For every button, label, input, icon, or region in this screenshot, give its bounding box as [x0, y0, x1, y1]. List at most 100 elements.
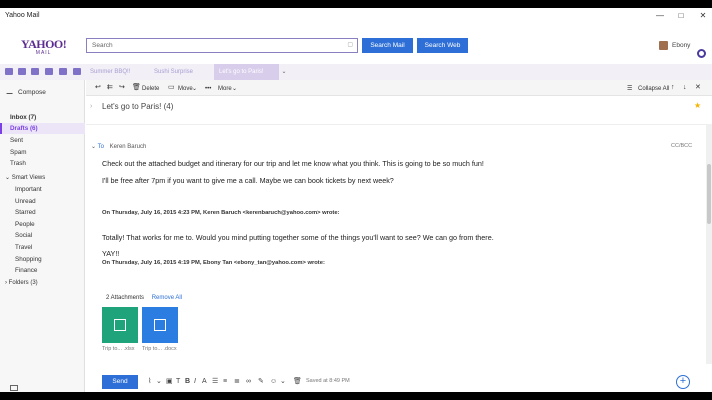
close-message-icon[interactable]: ✕ — [695, 83, 701, 93]
image-insert-icon[interactable]: ▣ — [166, 378, 173, 386]
folders-label: Folders (3) — [8, 280, 38, 286]
sidebar: Compose Inbox (7) Drafts (6) Sent Spam T… — [0, 80, 85, 392]
quote-header: On Thursday, July 16, 2015 4:19 PM, Ebon… — [102, 260, 325, 266]
delete-button[interactable]: Delete — [142, 84, 159, 94]
sidebar-item-inbox[interactable]: Inbox (7) — [0, 112, 85, 123]
mail-icon[interactable] — [5, 68, 13, 75]
yahoo-mail-logo[interactable]: YAHOO! MAIL — [21, 38, 67, 56]
collapse-all-icon[interactable]: ☰ — [627, 84, 632, 94]
calendar-icon[interactable] — [31, 68, 39, 75]
forward-icon[interactable]: ↪ — [119, 83, 125, 93]
more-chevron-icon[interactable]: ⌄ — [232, 84, 237, 94]
sidebar-item-important[interactable]: Important — [0, 184, 85, 195]
sidebar-item-shopping[interactable]: Shopping — [0, 254, 85, 265]
minimize-button[interactable]: — — [653, 10, 667, 22]
title-bar: Yahoo Mail — □ ✕ — [0, 8, 712, 24]
message-toolbar: ↩ ⇇ ↪ 🗑 Delete ▭ Move ⌄ ••• More ⌄ ☰ Col… — [86, 80, 712, 96]
align-icon[interactable]: ≣ — [234, 378, 240, 386]
smart-views-header[interactable]: ⌄ Smart Views — [0, 173, 85, 184]
emoji-icon[interactable]: ☺ — [270, 378, 277, 386]
folders-header[interactable]: › Folders (3) — [0, 278, 85, 289]
tab-lets-go-to-paris[interactable]: Let's go to Paris! — [214, 64, 279, 80]
message-subject: Let's go to Paris! (4) — [102, 102, 173, 111]
clear-search-icon[interactable]: ▢ — [347, 41, 353, 48]
star-icon[interactable]: ★ — [694, 101, 701, 110]
search-web-button[interactable]: Search Web — [417, 38, 468, 53]
tab-sushi-surprise[interactable]: Sushi Surprise — [149, 64, 214, 80]
bold-icon[interactable]: B — [185, 378, 190, 386]
text-color-icon[interactable]: A — [202, 378, 207, 386]
attachment-name: Trip to... .docx — [142, 346, 177, 352]
quoted-text: YAY!! — [102, 249, 120, 258]
close-button[interactable]: ✕ — [696, 10, 710, 22]
tabs-chevron-down-icon[interactable]: ⌄ — [279, 64, 289, 80]
search-mail-button[interactable]: Search Mail — [362, 38, 413, 53]
to-label[interactable]: To — [98, 144, 104, 150]
tab-row: Summer BBQ!! Sushi Surprise Let's go to … — [0, 64, 712, 80]
font-icon[interactable]: T — [176, 378, 180, 386]
message-scrollbar[interactable] — [706, 124, 712, 364]
attach-chevron-icon[interactable]: ⌄ — [156, 378, 162, 386]
reply-icon[interactable]: ↩ — [95, 83, 101, 93]
tab-summer-bbq[interactable]: Summer BBQ!! — [85, 64, 148, 80]
smart-views-label: Smart Views — [11, 175, 46, 181]
link-icon[interactable]: ∞ — [246, 378, 251, 386]
newsfeed-icon[interactable] — [73, 68, 81, 75]
sidebar-item-unread[interactable]: Unread — [0, 196, 85, 207]
saved-status: Saved at 8:49 PM — [306, 378, 350, 384]
emoji-chevron-icon[interactable]: ⌄ — [280, 378, 286, 386]
move-button[interactable]: Move — [178, 84, 193, 94]
search-placeholder: Search — [92, 42, 113, 49]
message-body-line[interactable]: I'll be free after 7pm if you want to gi… — [102, 176, 394, 185]
collapse-all-button[interactable]: Collapse All — [638, 84, 669, 94]
sidebar-item-social[interactable]: Social — [0, 230, 85, 241]
cc-bcc-toggle[interactable]: CC/BCC — [671, 143, 692, 149]
compose-button[interactable]: Compose — [0, 88, 85, 100]
scrollbar-thumb[interactable] — [707, 164, 711, 224]
remove-all-link[interactable]: Remove All — [152, 295, 182, 301]
move-chevron-icon[interactable]: ⌄ — [192, 84, 197, 94]
bulleted-list-icon[interactable]: ☰ — [212, 378, 218, 386]
sidebar-item-people[interactable]: People — [0, 219, 85, 230]
message-body-line[interactable]: Check out the attached budget and itiner… — [102, 159, 484, 168]
discard-trash-icon[interactable]: 🗑 — [293, 378, 302, 386]
image-icon[interactable] — [10, 385, 18, 391]
contacts-icon[interactable] — [18, 68, 26, 75]
sidebar-item-starred[interactable]: Starred — [0, 207, 85, 218]
italic-icon[interactable]: I — [194, 378, 196, 386]
signature-icon[interactable]: ✎ — [258, 378, 264, 386]
thread-count: (4) — [163, 102, 174, 111]
sidebar-item-drafts[interactable]: Drafts (6) — [0, 123, 85, 134]
subject-text: Let's go to Paris! — [102, 102, 162, 111]
folder-icon[interactable]: ▭ — [168, 83, 175, 93]
previous-arrow-icon[interactable]: ↑ — [671, 83, 675, 93]
new-compose-plus-icon[interactable]: + — [676, 375, 690, 389]
maximize-button[interactable]: □ — [674, 10, 688, 22]
sidebar-item-spam[interactable]: Spam — [0, 147, 85, 158]
send-button[interactable]: Send — [102, 375, 138, 389]
next-arrow-icon[interactable]: ↓ — [683, 83, 687, 93]
sidebar-item-travel[interactable]: Travel — [0, 242, 85, 253]
sidebar-item-sent[interactable]: Sent — [0, 135, 85, 146]
indent-icon[interactable]: ≡ — [223, 378, 227, 386]
notepad-icon[interactable] — [45, 68, 53, 75]
sidebar-item-finance[interactable]: Finance — [0, 265, 85, 276]
attachment-spreadsheet[interactable] — [102, 307, 138, 343]
attachment-document[interactable] — [142, 307, 178, 343]
reply-all-icon[interactable]: ⇇ — [107, 83, 113, 93]
sidebar-item-trash[interactable]: Trash — [0, 158, 85, 169]
quote-header: On Thursday, July 16, 2015 4:23 PM, Kere… — [102, 210, 340, 216]
search-input[interactable]: Search ▢ — [86, 38, 358, 53]
expand-chevron-icon[interactable]: ⌄ — [91, 144, 98, 150]
recipient-name[interactable]: Keren Baruch — [110, 144, 147, 150]
attachments-header: 2 Attachments Remove All — [106, 295, 182, 301]
more-button[interactable]: More — [218, 84, 232, 94]
trash-icon[interactable]: 🗑 — [132, 83, 141, 93]
more-dots-icon[interactable]: ••• — [205, 84, 211, 94]
settings-gear-icon[interactable] — [697, 49, 706, 58]
attachment-name: Trip to... .xlsx — [102, 346, 135, 352]
paperclip-icon[interactable]: ⌇ — [148, 378, 151, 386]
attachments-count: 2 Attachments — [106, 295, 145, 301]
collapse-thread-icon[interactable]: › — [90, 103, 92, 110]
messenger-icon[interactable] — [59, 68, 67, 75]
